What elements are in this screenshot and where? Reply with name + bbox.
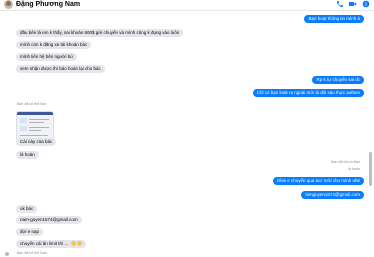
reply-caption: Bạn đã trả lời Bạn xyxy=(331,160,360,164)
smile-emoji-icon xyxy=(70,241,76,246)
message-incoming[interactable]: mình liên hệ bên người bù xyxy=(16,53,77,61)
header-divider xyxy=(0,10,374,11)
image-block xyxy=(20,118,27,123)
image-line xyxy=(29,127,49,128)
message-incoming[interactable]: chuyển cái ăn limit thì ... xyxy=(16,240,86,248)
message-outgoing[interactable]: Okie e chuyển qua acc mới cho mình nhé xyxy=(272,177,364,185)
image-line xyxy=(29,122,44,123)
contact-name[interactable]: Đặng Phương Nam xyxy=(16,1,80,9)
scrollbar-thumb[interactable] xyxy=(369,152,372,186)
message-outgoing[interactable]: Bạn hoạt thông tin mình á xyxy=(304,15,364,23)
message-incoming[interactable]: Cái này của bác xyxy=(16,138,57,146)
shared-image[interactable] xyxy=(16,111,54,141)
video-icon[interactable] xyxy=(348,0,357,9)
message-incoming[interactable]: là hoàn xyxy=(16,151,39,159)
message-outgoing[interactable]: Chỉ có bạn loak ra ngoài mới là đổi sáu … xyxy=(252,89,364,97)
image-header-bar xyxy=(17,112,53,115)
reply-quote: là hoàn xyxy=(348,167,360,171)
message-incoming[interactable]: xem nhận được thì báo hoàn lại cho bác xyxy=(16,65,105,73)
message-outgoing[interactable]: Rp k tự chuyển sai đc xyxy=(312,76,364,84)
message-incoming[interactable]: đầu bên là em k thấy, sai khoản 600$ gửi… xyxy=(16,29,184,37)
avatar[interactable] xyxy=(4,0,13,9)
image-block xyxy=(20,126,27,131)
smile-emoji-icon xyxy=(76,241,82,246)
reply-caption: Bạn đã bỏ thẻ Bạn xyxy=(17,251,47,255)
chat-header: Đặng Phương Nam xyxy=(0,0,374,11)
message-outgoing[interactable]: tienguyen1674@gmail.com xyxy=(301,191,364,199)
message-incoming[interactable]: nam-guyen1674@gmail.com xyxy=(16,216,82,224)
image-line xyxy=(29,130,41,131)
message-incoming[interactable]: ok bác xyxy=(16,205,38,213)
reply-caption: Bạn đã bỏ thẻ bạn xyxy=(17,102,47,106)
image-line xyxy=(29,119,49,120)
phone-icon[interactable] xyxy=(335,0,344,9)
avatar xyxy=(5,252,9,256)
info-icon[interactable] xyxy=(361,0,370,9)
message-incoming[interactable]: đợi e nạp xyxy=(16,228,43,236)
message-text: chuyển cái ăn limit thì ... xyxy=(20,241,70,246)
message-incoming[interactable]: mình còn k đăng xe tài khoản bác xyxy=(16,41,92,49)
image-line xyxy=(20,135,48,136)
